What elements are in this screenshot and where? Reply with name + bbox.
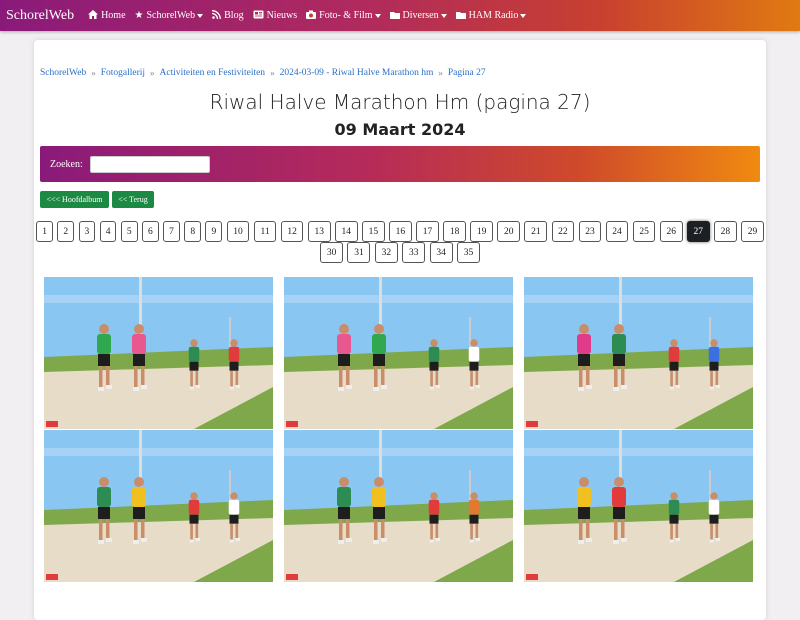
content-card: SchorelWeb » Fotogallerij » Activiteiten… bbox=[34, 40, 766, 620]
gallery-photo[interactable] bbox=[284, 430, 513, 582]
nav-blog-label: Blog bbox=[224, 10, 244, 21]
page-button[interactable]: 6 bbox=[141, 221, 159, 242]
back-button[interactable]: << Terug bbox=[112, 191, 154, 208]
star-icon: ★ bbox=[134, 10, 144, 21]
breadcrumb-separator: » bbox=[150, 68, 155, 78]
page-button[interactable]: 29 bbox=[741, 221, 764, 242]
chevron-down-icon bbox=[197, 13, 204, 18]
nav-schorelweb-label: SchorelWeb bbox=[146, 10, 196, 21]
page-button[interactable]: 35 bbox=[456, 242, 480, 263]
page-button[interactable]: 7 bbox=[163, 221, 180, 242]
search-input[interactable] bbox=[89, 155, 210, 173]
page-button[interactable]: 1 bbox=[36, 221, 53, 242]
rss-icon bbox=[212, 10, 222, 21]
breadcrumb-link-home[interactable]: SchorelWeb bbox=[40, 68, 86, 78]
page-button[interactable]: 11 bbox=[253, 221, 277, 242]
page-button[interactable]: 23 bbox=[578, 221, 602, 242]
page-button[interactable]: 12 bbox=[280, 221, 304, 242]
nav-ham-radio-dropdown[interactable]: HAM Radio bbox=[455, 10, 527, 21]
nav-nieuws[interactable]: Nieuws bbox=[253, 10, 298, 21]
gallery-photo[interactable] bbox=[524, 430, 753, 582]
page-button[interactable]: 21 bbox=[524, 221, 548, 242]
breadcrumb-separator: » bbox=[91, 68, 96, 78]
page-button[interactable]: 33 bbox=[402, 242, 426, 263]
breadcrumb-separator: » bbox=[270, 68, 275, 78]
breadcrumb: SchorelWeb » Fotogallerij » Activiteiten… bbox=[40, 68, 486, 78]
page-button[interactable]: 10 bbox=[226, 221, 250, 242]
chevron-down-icon bbox=[520, 13, 527, 18]
page-button[interactable]: 20 bbox=[497, 221, 521, 242]
nav-ham-radio-label: HAM Radio bbox=[468, 10, 519, 21]
pagination-row-2: 30 31 32 33 34 35 bbox=[34, 242, 766, 263]
camera-icon bbox=[306, 10, 317, 21]
nav-foto-film-dropdown[interactable]: Foto- & Film bbox=[306, 10, 381, 21]
page-button[interactable]: 16 bbox=[389, 221, 412, 242]
nav-foto-film-label: Foto- & Film bbox=[319, 10, 373, 21]
breadcrumb-separator: » bbox=[438, 68, 443, 78]
page-button[interactable]: 18 bbox=[443, 221, 466, 242]
nav-schorelweb-dropdown[interactable]: ★ SchorelWeb bbox=[135, 10, 204, 21]
breadcrumb-link-category[interactable]: Activiteiten en Festiviteiten bbox=[160, 68, 266, 78]
newspaper-icon bbox=[253, 10, 264, 21]
page-button[interactable]: 8 bbox=[184, 221, 202, 242]
page-button[interactable]: 19 bbox=[470, 221, 494, 242]
page-button[interactable]: 24 bbox=[605, 221, 629, 242]
page-button[interactable]: 4 bbox=[99, 221, 117, 242]
folder-icon bbox=[455, 11, 466, 21]
page-title: Riwal Halve Marathon Hm (pagina 27) bbox=[209, 90, 591, 114]
page-button[interactable]: 31 bbox=[347, 242, 371, 263]
page-button[interactable]: 30 bbox=[320, 242, 344, 263]
pagination-row-1: 1 2 3 4 5 6 7 8 9 10 11 12 13 14 15 16 17 18 19 20 21 22 23 24 2… bbox=[34, 221, 766, 242]
search-label: Zoeken: bbox=[50, 158, 83, 170]
page-button[interactable]: 13 bbox=[307, 221, 331, 242]
gallery-photo[interactable] bbox=[44, 277, 273, 429]
breadcrumb-link-album[interactable]: 2024-03-09 - Riwal Halve Marathon hm bbox=[280, 68, 434, 78]
nav-home[interactable]: Home bbox=[88, 10, 126, 21]
nav-diversen-label: Diversen bbox=[402, 10, 439, 21]
page-button[interactable]: 26 bbox=[659, 221, 683, 242]
gallery-photo[interactable] bbox=[284, 277, 513, 429]
page-button[interactable]: 25 bbox=[632, 221, 656, 242]
page-button[interactable]: 14 bbox=[334, 221, 358, 242]
page-button[interactable]: 27 bbox=[686, 221, 710, 242]
page-button[interactable]: 9 bbox=[205, 221, 223, 242]
top-navbar: SchorelWeb Home ★ SchorelWeb Blog Nieuws… bbox=[0, 0, 800, 31]
nav-blog[interactable]: Blog bbox=[212, 10, 244, 21]
folder-icon bbox=[389, 11, 400, 21]
breadcrumb-current-page[interactable]: Pagina 27 bbox=[448, 68, 486, 78]
page-button[interactable]: 15 bbox=[362, 221, 385, 242]
brand-link[interactable]: SchorelWeb bbox=[6, 8, 74, 24]
page-button[interactable]: 3 bbox=[78, 221, 96, 242]
home-icon bbox=[88, 10, 99, 21]
page-button[interactable]: 5 bbox=[120, 221, 138, 242]
main-album-button[interactable]: <<< Hoofdalbum bbox=[40, 191, 109, 208]
gallery-photo[interactable] bbox=[524, 277, 753, 429]
page-subtitle-date: 09 Maart 2024 bbox=[334, 120, 466, 139]
page-button[interactable]: 2 bbox=[57, 221, 75, 242]
chevron-down-icon bbox=[440, 13, 447, 18]
page-button[interactable]: 22 bbox=[551, 221, 575, 242]
gallery-photo[interactable] bbox=[44, 430, 273, 582]
page-button[interactable]: 34 bbox=[429, 242, 453, 263]
page-button[interactable]: 28 bbox=[714, 221, 737, 242]
nav-diversen-dropdown[interactable]: Diversen bbox=[389, 10, 447, 21]
nav-home-label: Home bbox=[101, 10, 126, 21]
page-button[interactable]: 17 bbox=[416, 221, 439, 242]
search-bar: Zoeken: bbox=[40, 146, 760, 182]
breadcrumb-link-gallery[interactable]: Fotogallerij bbox=[101, 68, 145, 78]
page-button[interactable]: 32 bbox=[374, 242, 398, 263]
chevron-down-icon bbox=[374, 13, 381, 18]
nav-nieuws-label: Nieuws bbox=[266, 10, 298, 21]
